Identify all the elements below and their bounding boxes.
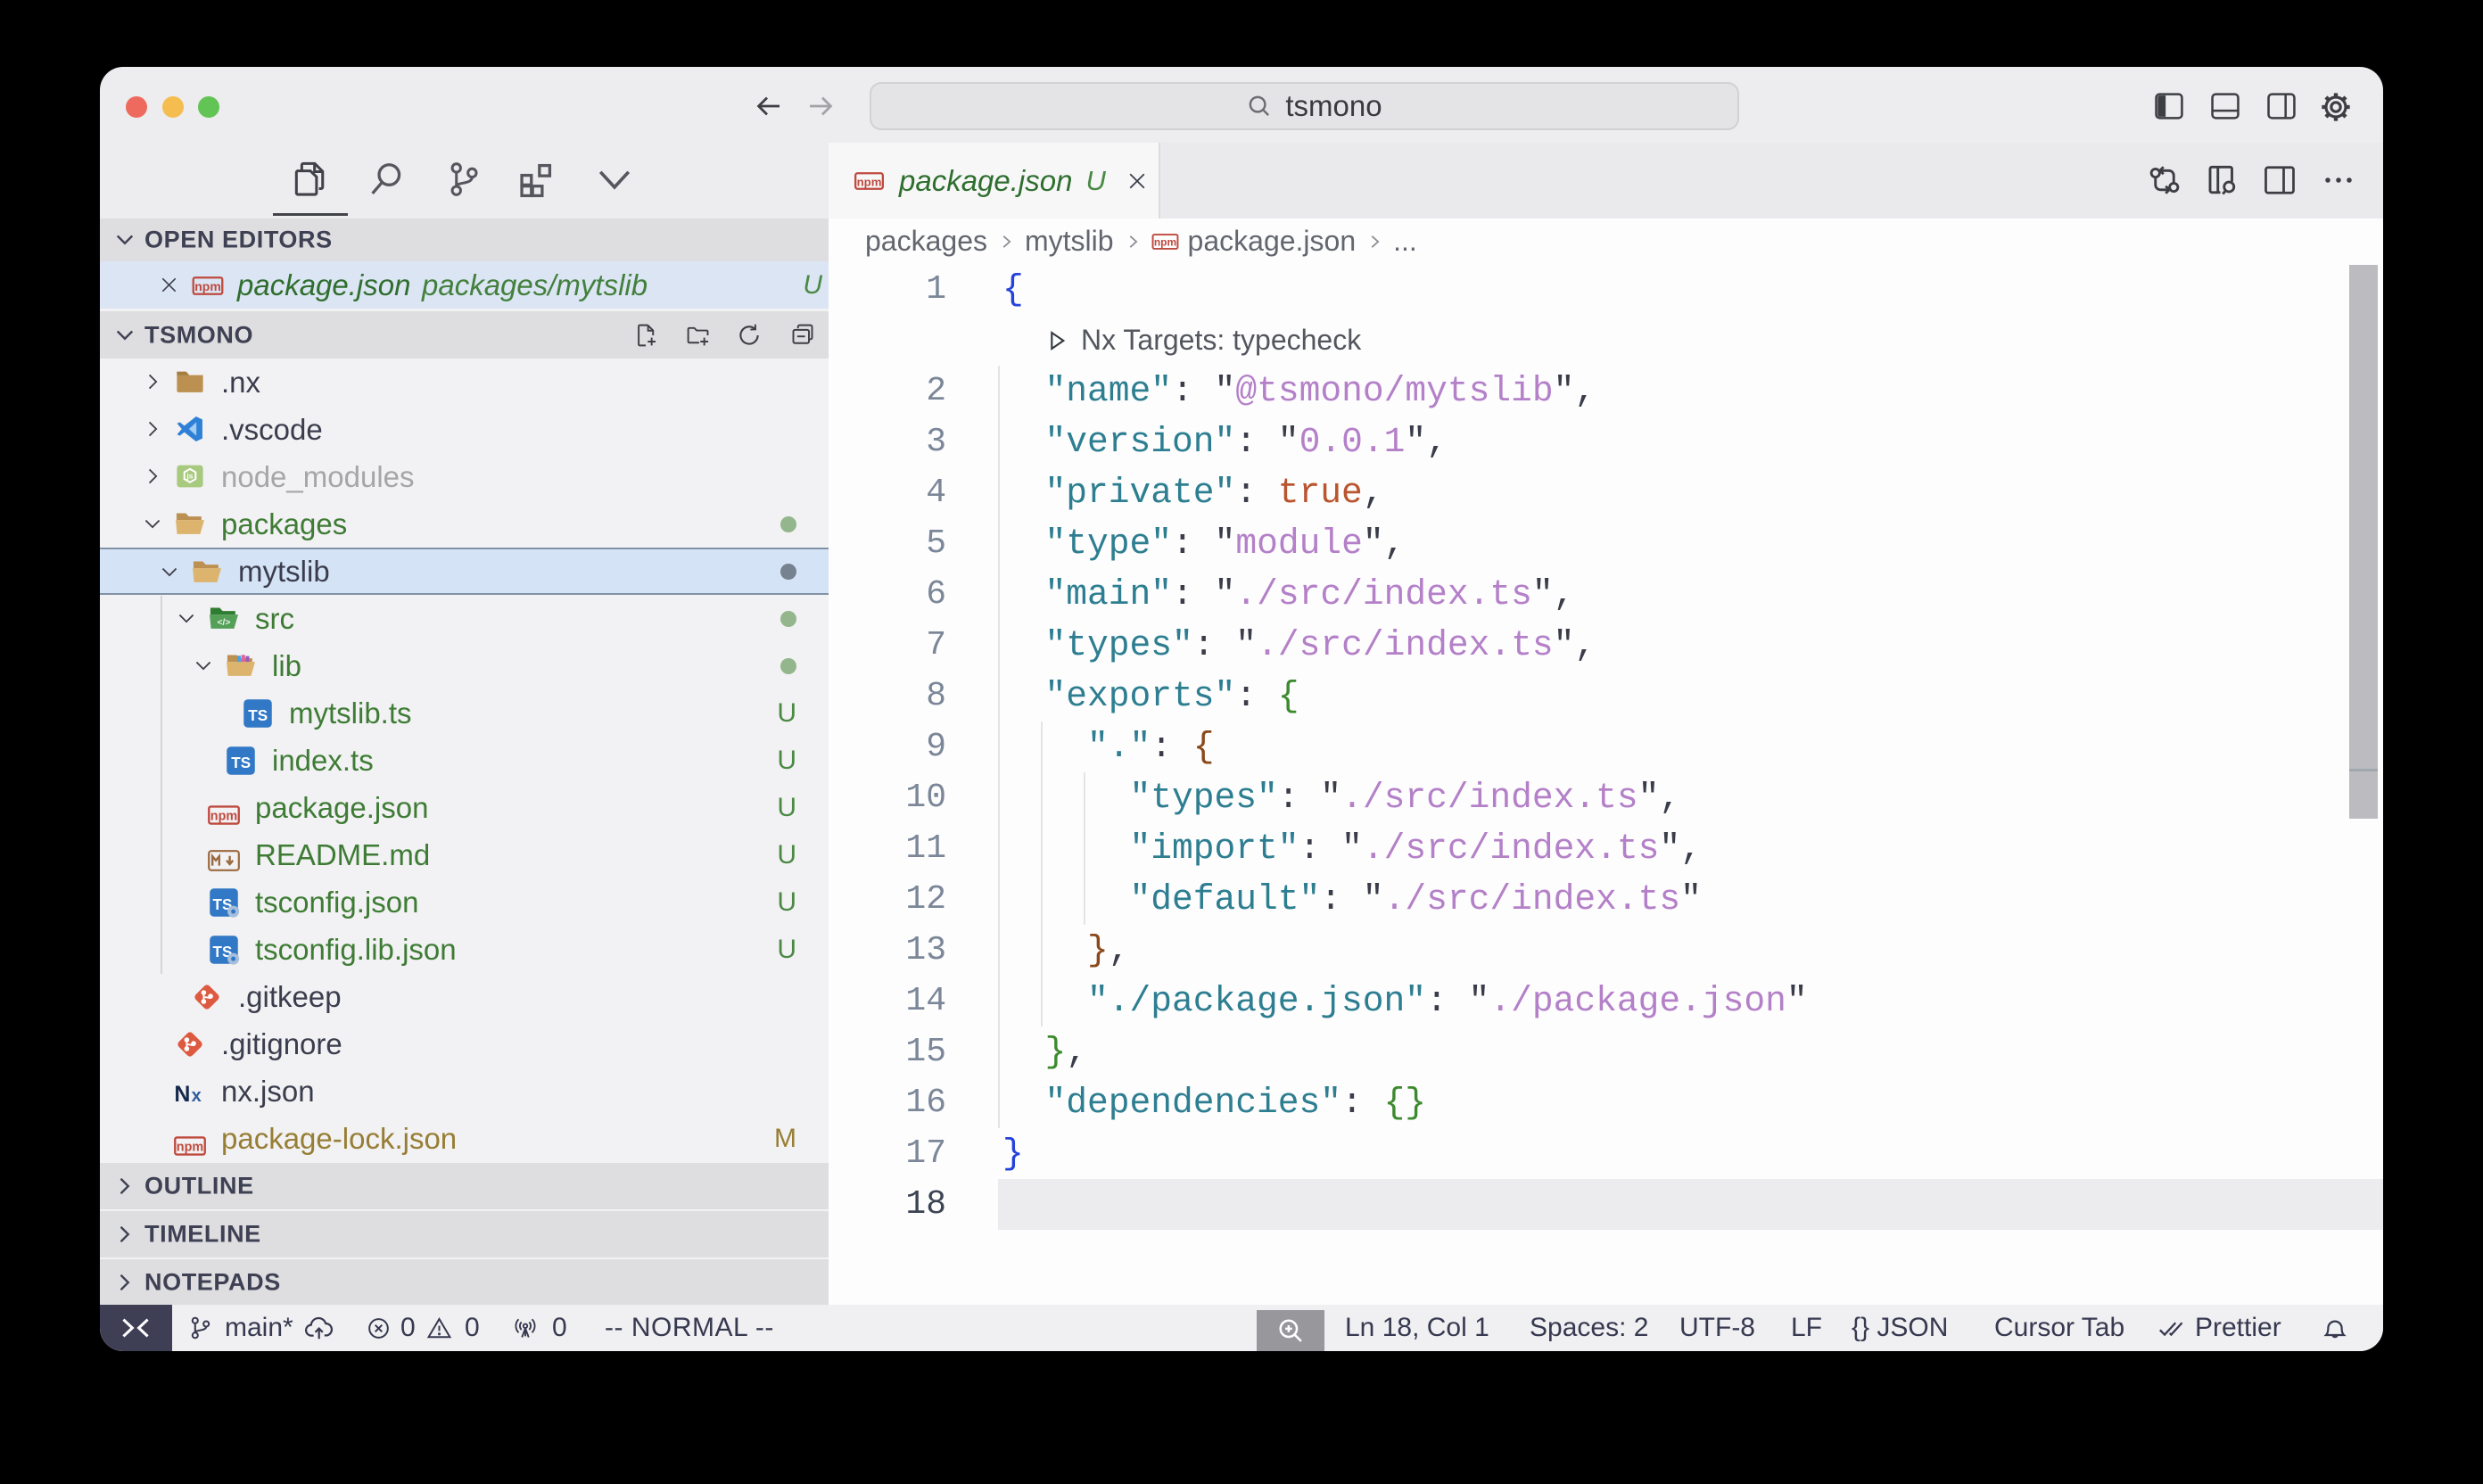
svg-text:npm: npm (857, 175, 882, 188)
svg-text:TS: TS (231, 754, 251, 771)
svg-text:</>: </> (218, 618, 231, 628)
svg-text:N: N (174, 1082, 190, 1107)
svg-text:npm: npm (194, 279, 221, 293)
svg-text:npm: npm (177, 1140, 203, 1154)
svg-text:npm: npm (1153, 235, 1176, 248)
svg-text:npm: npm (210, 809, 237, 823)
svg-text:x: x (192, 1086, 202, 1106)
svg-text:js: js (186, 472, 193, 481)
svg-text:TS: TS (248, 707, 268, 724)
